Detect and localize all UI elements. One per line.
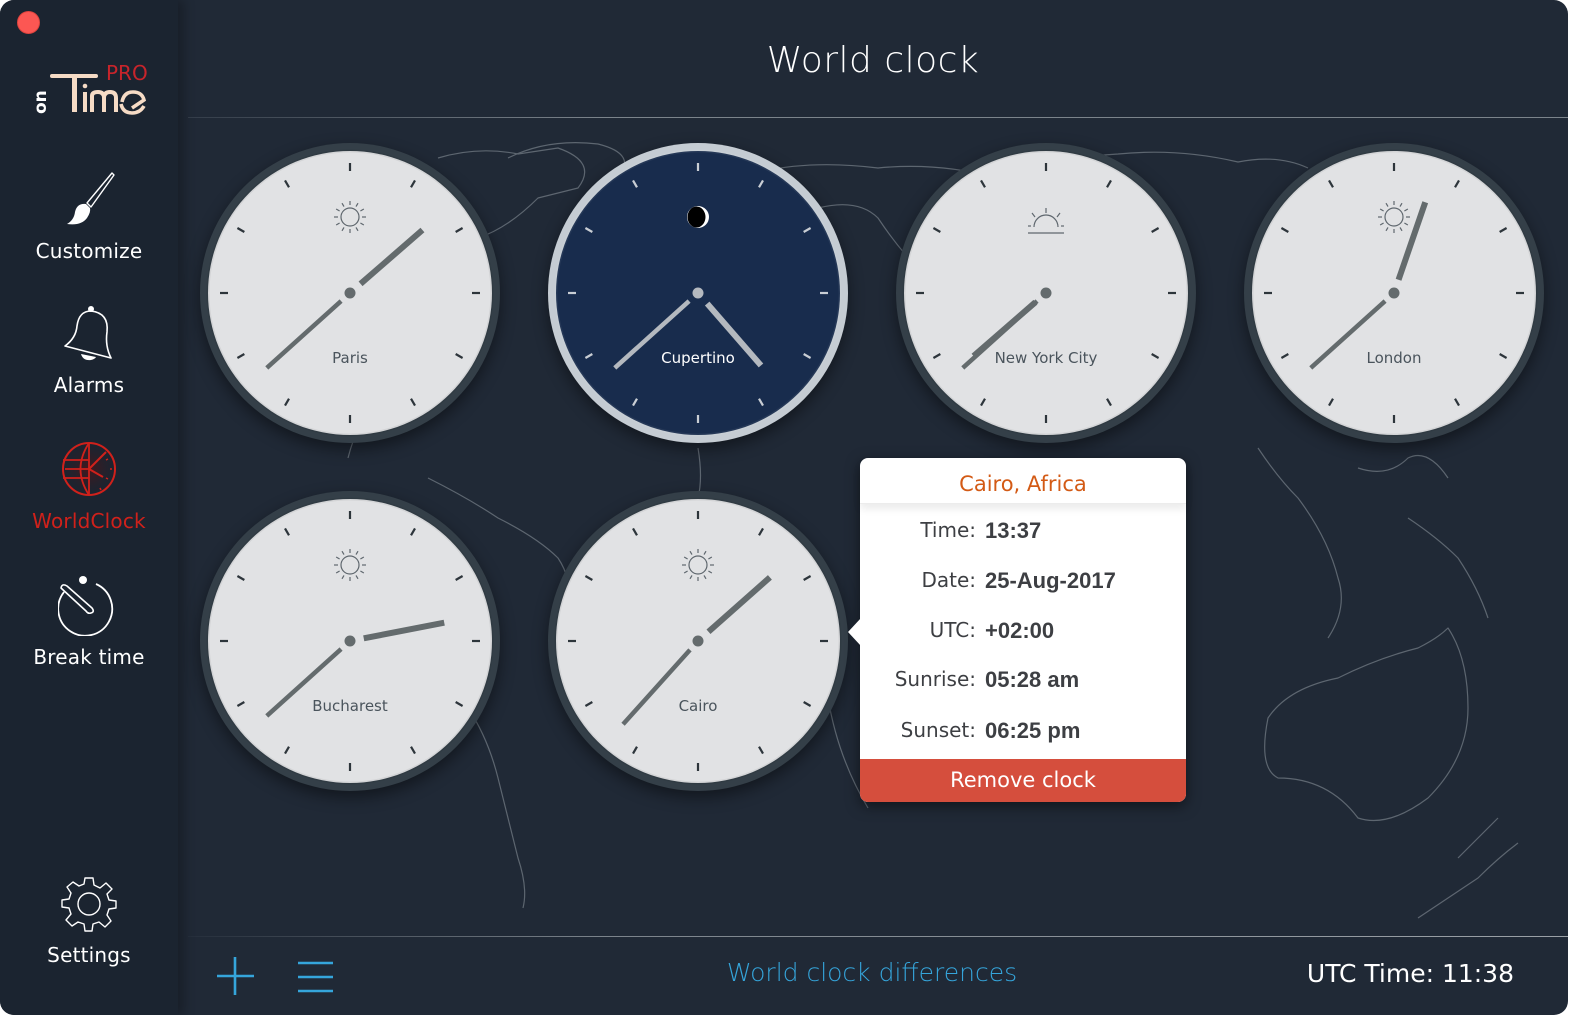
clock-paris[interactable]: Paris bbox=[200, 143, 500, 443]
hand-pivot bbox=[692, 287, 704, 299]
remove-clock-button[interactable]: Remove clock bbox=[860, 759, 1186, 802]
clock-face bbox=[206, 497, 494, 785]
clock-city-label: Bucharest bbox=[312, 697, 388, 715]
clock-face bbox=[902, 149, 1190, 437]
app-logo: on PRO bbox=[28, 60, 158, 120]
clock-new-york-city[interactable]: New York City bbox=[896, 143, 1196, 443]
clock-face bbox=[554, 497, 842, 785]
footer-divider bbox=[188, 936, 1568, 937]
sidebar: on PRO Customize Alarms WorldClock Break… bbox=[0, 0, 178, 1015]
popover-title: Cairo, Africa bbox=[860, 458, 1186, 504]
clock-cairo[interactable]: Cairo bbox=[548, 491, 848, 791]
sidebar-item-label: Customize bbox=[35, 239, 143, 263]
list-icon bbox=[296, 961, 334, 998]
clock-city-label: Paris bbox=[332, 349, 368, 367]
world-clock-differences-link[interactable]: World clock differences bbox=[698, 958, 1046, 987]
bell-icon bbox=[0, 304, 178, 369]
main-panel: World clock Paris Cupertino New York Cit… bbox=[178, 0, 1568, 1015]
sidebar-item-label: Break time bbox=[33, 645, 145, 669]
popover-row-date: Date: 25-Aug-2017 bbox=[860, 568, 1186, 598]
popover-label: Sunrise: bbox=[894, 667, 976, 691]
logo-pro-badge: PRO bbox=[106, 61, 148, 85]
sidebar-item-label: Settings bbox=[47, 943, 131, 967]
popover-value: 13:37 bbox=[985, 518, 1042, 543]
clock-face bbox=[206, 149, 494, 437]
app-window: on PRO Customize Alarms WorldClock Break… bbox=[0, 0, 1568, 1015]
clock-city-label: Cupertino bbox=[661, 349, 735, 367]
sidebar-item-customize[interactable]: Customize bbox=[0, 170, 178, 263]
sidebar-item-settings[interactable]: Settings bbox=[0, 874, 178, 967]
popover-label: Sunset: bbox=[900, 718, 976, 742]
clock-face bbox=[1250, 149, 1538, 437]
hand-pivot bbox=[344, 287, 356, 299]
paintbrush-icon bbox=[0, 170, 178, 235]
utc-time-readout: UTC Time: 11:38 bbox=[1306, 959, 1514, 988]
gear-icon bbox=[0, 874, 178, 939]
svg-text:on: on bbox=[31, 90, 51, 114]
stopwatch-icon bbox=[0, 574, 178, 641]
add-clock-button[interactable] bbox=[216, 956, 256, 996]
popover-value: +02:00 bbox=[985, 618, 1055, 643]
clock-face bbox=[554, 149, 842, 437]
hand-pivot bbox=[692, 635, 704, 647]
popover-value: 25-Aug-2017 bbox=[985, 568, 1116, 593]
popover-row-time: Time: 13:37 bbox=[860, 518, 1186, 548]
popover-row-sunset: Sunset: 06:25 pm bbox=[860, 718, 1186, 748]
clock-list-button[interactable] bbox=[296, 960, 334, 994]
clock-bucharest[interactable]: Bucharest bbox=[200, 491, 500, 791]
sidebar-item-label: WorldClock bbox=[32, 509, 146, 533]
popover-row-utc: UTC: +02:00 bbox=[860, 618, 1186, 648]
sidebar-item-break-time[interactable]: Break time bbox=[0, 574, 178, 669]
popover-row-sunrise: Sunrise: 05:28 am bbox=[860, 667, 1186, 697]
hand-pivot bbox=[1388, 287, 1400, 299]
popover-value: 05:28 am bbox=[985, 667, 1080, 692]
page-title: World clock bbox=[766, 40, 980, 81]
sidebar-item-alarms[interactable]: Alarms bbox=[0, 304, 178, 397]
popover-label: UTC: bbox=[929, 618, 976, 642]
clock-city-label: London bbox=[1366, 349, 1422, 367]
plus-icon bbox=[216, 957, 256, 1000]
sidebar-item-label: Alarms bbox=[53, 373, 125, 397]
popover-value: 06:25 pm bbox=[985, 718, 1081, 743]
hand-pivot bbox=[344, 635, 356, 647]
clock-london[interactable]: London bbox=[1244, 143, 1544, 443]
sidebar-item-worldclock[interactable]: WorldClock bbox=[0, 438, 178, 533]
moon-icon bbox=[687, 206, 709, 228]
popover-label: Date: bbox=[921, 568, 976, 592]
hand-pivot bbox=[1040, 287, 1052, 299]
clock-city-label: New York City bbox=[994, 349, 1098, 367]
popover-label: Time: bbox=[920, 518, 976, 542]
clock-city-label: Cairo bbox=[678, 697, 718, 715]
clock-info-popover: Cairo, Africa Time: 13:37 Date: 25-Aug-2… bbox=[848, 458, 1186, 802]
globe-clock-icon bbox=[0, 438, 178, 505]
clock-cupertino[interactable]: Cupertino bbox=[548, 143, 848, 443]
window-close-button[interactable] bbox=[17, 11, 40, 34]
